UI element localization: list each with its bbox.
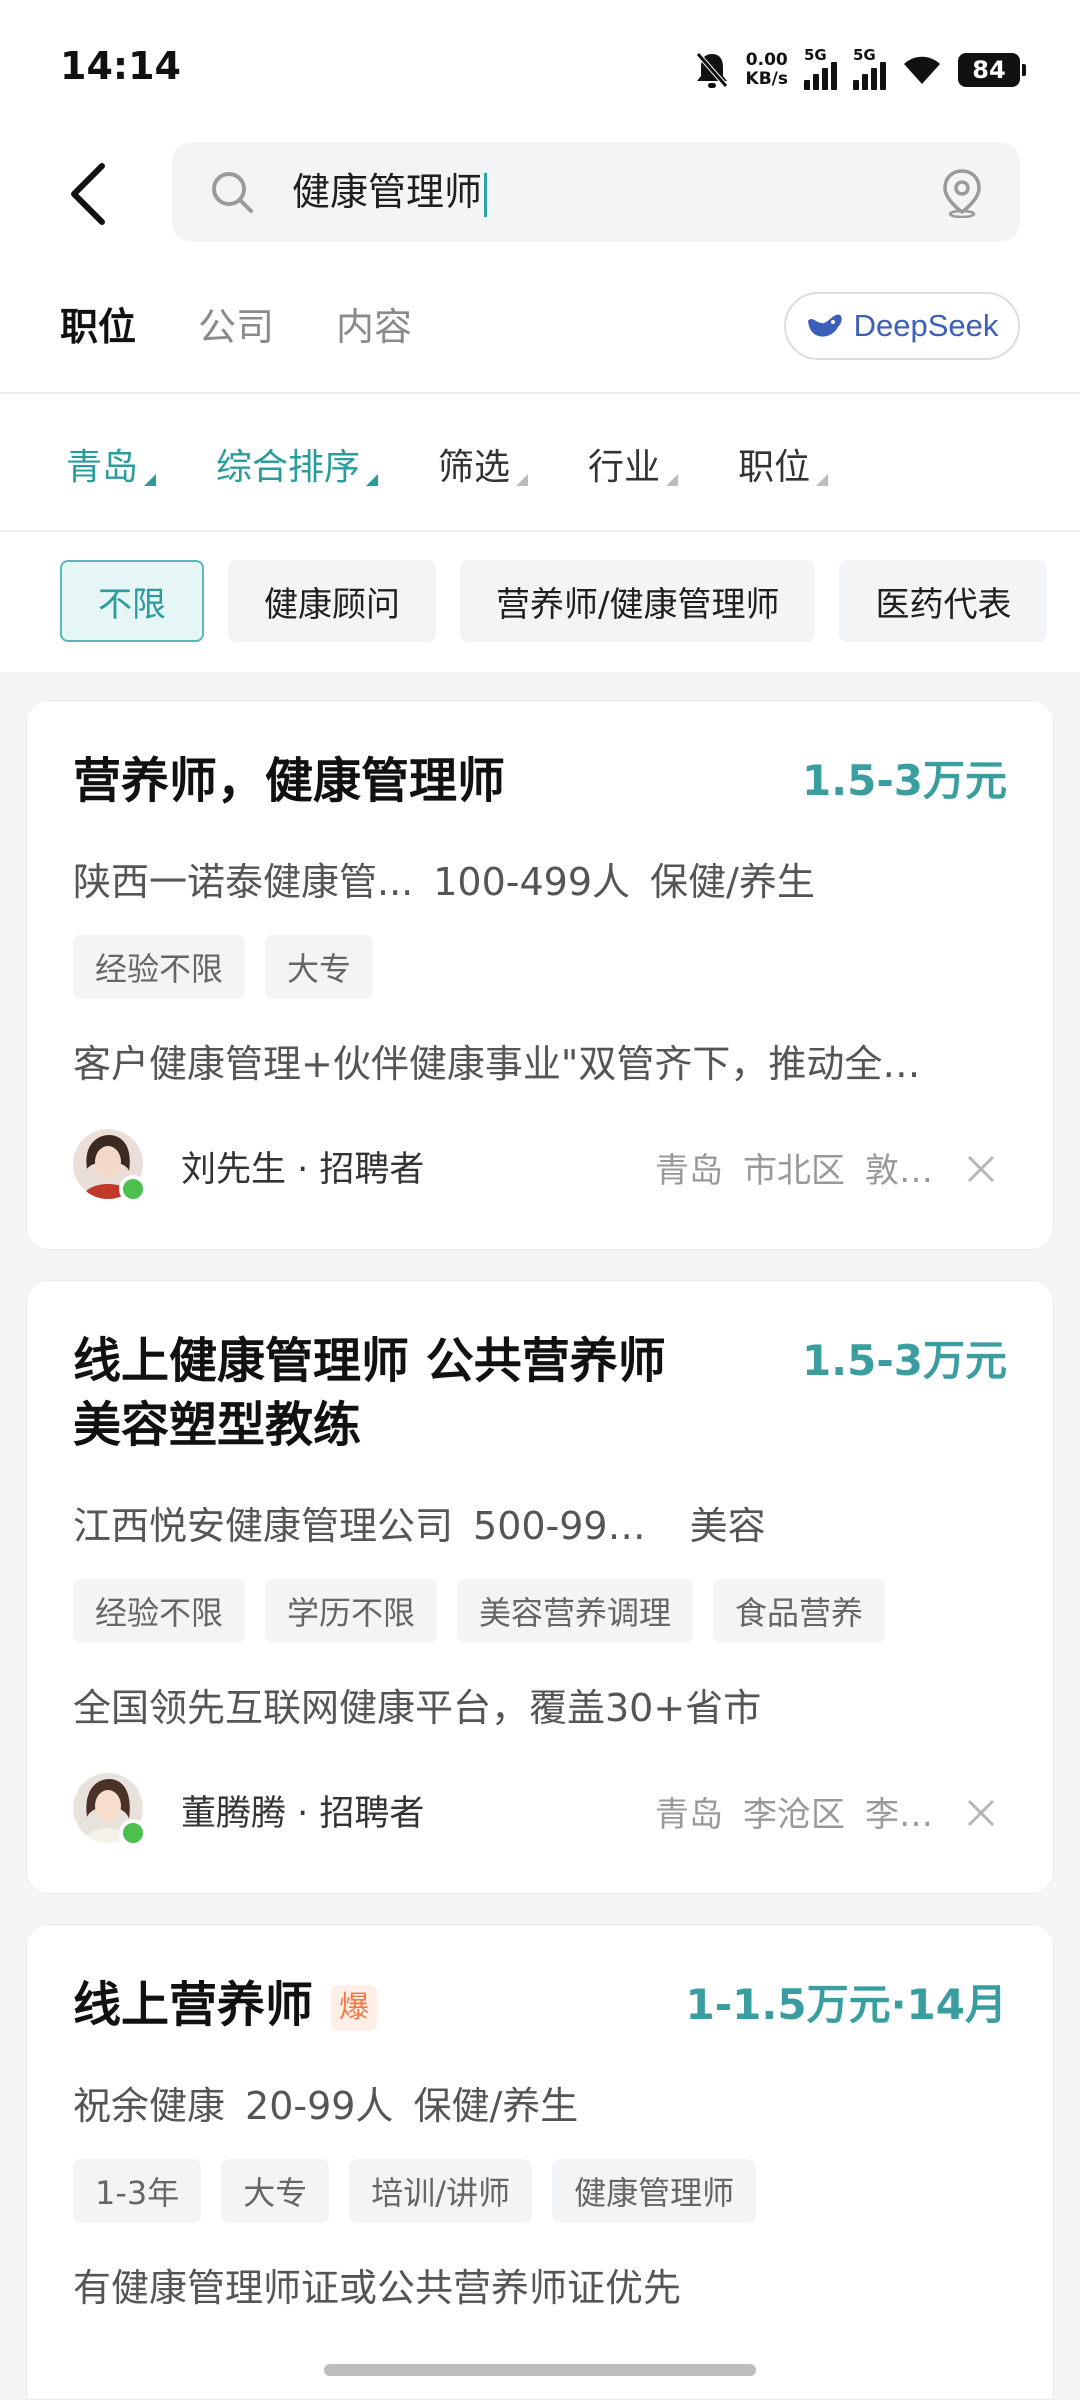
- net-speed: 0.00 KB/s: [745, 50, 788, 89]
- deepseek-button[interactable]: DeepSeek: [784, 292, 1020, 360]
- job-salary: 1.5-3万元: [801, 756, 1007, 805]
- company-info: 江西悦安健康管理公司 500-99… 美容: [73, 1504, 766, 1548]
- avatar[interactable]: [73, 1129, 147, 1203]
- job-tag: 食品营养: [713, 1579, 886, 1643]
- filter-industry[interactable]: 行业: [588, 438, 679, 490]
- job-title: 线上营养师爆: [73, 1973, 378, 2037]
- job-description: 客户健康管理+伙伴健康事业"双管齐下，推动全…: [73, 1042, 921, 1086]
- job-salary: 1-1.5万元·14月: [685, 1980, 1007, 2029]
- chip-pharma-rep[interactable]: 医药代表: [839, 560, 1048, 642]
- chip-unlimited[interactable]: 不限: [60, 560, 204, 642]
- job-title: 营养师，健康管理师: [73, 753, 506, 809]
- filter-screen[interactable]: 筛选: [438, 438, 529, 490]
- job-tag: 美容营养调理: [457, 1579, 694, 1643]
- search-icon: [212, 172, 253, 213]
- job-card[interactable]: 线上健康管理师 公共营养师 美容塑型教练 1.5-3万元 江西悦安健康管理公司 5…: [26, 1280, 1054, 1894]
- filter-city[interactable]: 青岛: [66, 438, 157, 490]
- job-description: 全国领先互联网健康平台，覆盖30+省市: [73, 1686, 762, 1730]
- job-tag: 大专: [221, 2159, 330, 2223]
- divider: [0, 530, 1080, 532]
- filter-position[interactable]: 职位: [738, 438, 829, 490]
- job-title: 线上健康管理师 公共营养师 美容塑型教练: [73, 1333, 666, 1453]
- job-tag: 学历不限: [265, 1579, 438, 1643]
- chip-health-consultant[interactable]: 健康顾问: [228, 560, 436, 642]
- close-icon[interactable]: [965, 1797, 997, 1829]
- company-info: 祝余健康 20-99人 保健/养生: [73, 2084, 579, 2128]
- bell-off-icon: [695, 52, 728, 88]
- search-query: 健康管理师: [292, 168, 488, 217]
- close-icon[interactable]: [965, 1153, 997, 1185]
- home-indicator[interactable]: [324, 2364, 756, 2376]
- job-description: 有健康管理师证或公共营养师证优先: [73, 2266, 682, 2310]
- battery-icon: 84: [958, 53, 1026, 87]
- status-time: 14:14: [60, 44, 181, 88]
- hot-badge: 爆: [331, 1985, 378, 2031]
- online-indicator: [119, 1819, 147, 1847]
- job-salary: 1.5-3万元: [801, 1336, 1007, 1385]
- search-input[interactable]: 健康管理师: [172, 142, 1020, 242]
- job-tags: 1-3年 大专 培训/讲师 健康管理师: [73, 2159, 757, 2223]
- job-tag: 1-3年: [73, 2159, 202, 2223]
- filter-bar: 青岛 综合排序 筛选 行业 职位: [66, 438, 829, 490]
- signal-icon: 5G: [853, 46, 886, 90]
- job-tags: 经验不限 大专: [73, 935, 374, 999]
- job-tag: 健康管理师: [552, 2159, 757, 2223]
- job-tag: 经验不限: [73, 1579, 246, 1643]
- job-location: 青岛 市北区 敦…: [655, 1151, 933, 1191]
- back-button[interactable]: [58, 158, 118, 230]
- category-chips: 不限 健康顾问 营养师/健康管理师 医药代表: [60, 560, 1048, 642]
- deepseek-whale-icon: [807, 314, 842, 337]
- tab-companies[interactable]: 公司: [198, 296, 274, 351]
- tab-jobs[interactable]: 职位: [60, 296, 136, 351]
- company-info: 陕西一诺泰健康管... 100-499人 保健/养生: [73, 860, 815, 904]
- wifi-icon: [904, 56, 940, 84]
- signal-icon: 5G: [804, 46, 837, 90]
- back-arrow-icon: [71, 163, 105, 225]
- chip-nutritionist[interactable]: 营养师/健康管理师: [460, 560, 816, 642]
- job-card[interactable]: 营养师，健康管理师 1.5-3万元 陕西一诺泰健康管... 100-499人 保健/…: [26, 700, 1054, 1250]
- job-card[interactable]: 线上营养师爆 1-1.5万元·14月 祝余健康 20-99人 保健/养生 1-3年 …: [26, 1924, 1054, 2400]
- job-tag: 大专: [265, 935, 374, 999]
- job-tags: 经验不限 学历不限 美容营养调理 食品营养: [73, 1579, 886, 1643]
- recruiter-name: 董腾腾 · 招聘者: [181, 1794, 425, 1834]
- avatar[interactable]: [73, 1773, 147, 1847]
- status-icons: 0.00 KB/s 5G 5G 84: [694, 46, 1026, 94]
- job-tag: 培训/讲师: [349, 2159, 533, 2223]
- divider: [0, 392, 1080, 394]
- job-location: 青岛 李沧区 李…: [655, 1795, 933, 1835]
- filter-sort[interactable]: 综合排序: [216, 438, 379, 490]
- deepseek-label: DeepSeek: [853, 308, 999, 343]
- job-tag: 经验不限: [73, 935, 246, 999]
- search-tabs: 职位 公司 内容: [60, 296, 412, 351]
- tab-content[interactable]: 内容: [336, 296, 412, 351]
- recruiter-name: 刘先生 · 招聘者: [181, 1150, 425, 1190]
- online-indicator: [119, 1175, 147, 1203]
- location-pin-icon[interactable]: [940, 168, 984, 218]
- status-bar: 14:14 0.00 KB/s 5G 5G 84: [0, 0, 1080, 130]
